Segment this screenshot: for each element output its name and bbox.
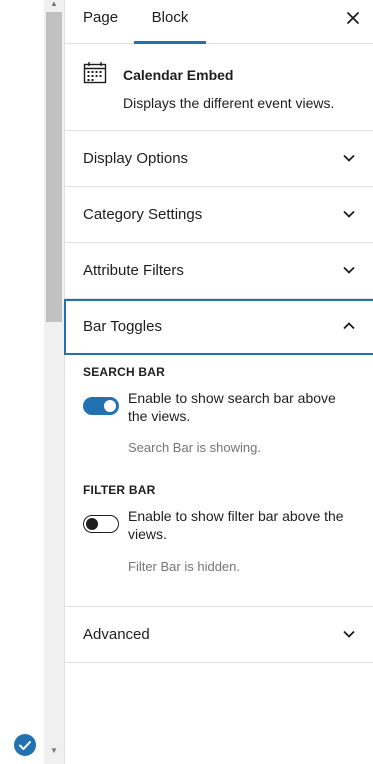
toggle-knob bbox=[86, 518, 98, 530]
search-bar-toggle-label: Enable to show search bar above the view… bbox=[128, 390, 336, 424]
close-icon[interactable] bbox=[345, 10, 361, 26]
tab-page[interactable]: Page bbox=[83, 0, 118, 44]
scroll-down-arrow-icon[interactable]: ▼ bbox=[48, 746, 60, 756]
settings-sidebar: Page Block Calendar Embed Displays the d… bbox=[64, 0, 373, 764]
chevron-up-icon bbox=[343, 322, 355, 330]
section-attribute-filters[interactable]: Attribute Filters bbox=[65, 243, 373, 299]
chevron-down-icon bbox=[343, 266, 355, 274]
section-title: Category Settings bbox=[83, 206, 203, 223]
block-card: Calendar Embed Displays the different ev… bbox=[65, 44, 373, 131]
section-bar-toggles[interactable]: Bar Toggles bbox=[64, 299, 373, 355]
section-title: Advanced bbox=[83, 626, 150, 643]
chevron-down-icon bbox=[343, 210, 355, 218]
filter-bar-help: Filter Bar is hidden. bbox=[128, 559, 240, 574]
block-title: Calendar Embed bbox=[123, 67, 234, 83]
block-description: Displays the different event views. bbox=[123, 95, 335, 111]
scrollbar[interactable]: ▲ ▼ bbox=[44, 0, 64, 764]
toggle-knob bbox=[104, 400, 116, 412]
bar-toggles-panel: SEARCH BAR Enable to show search bar abo… bbox=[65, 355, 373, 607]
search-bar-help: Search Bar is showing. bbox=[128, 440, 261, 455]
section-advanced[interactable]: Advanced bbox=[65, 607, 373, 663]
filter-bar-toggle-label: Enable to show filter bar above the view… bbox=[128, 508, 344, 542]
left-gutter bbox=[0, 0, 44, 764]
section-category-settings[interactable]: Category Settings bbox=[65, 187, 373, 243]
scroll-up-arrow-icon[interactable]: ▲ bbox=[48, 0, 60, 10]
section-title: Attribute Filters bbox=[83, 262, 184, 279]
calendar-icon bbox=[83, 61, 107, 90]
section-display-options[interactable]: Display Options bbox=[65, 131, 373, 187]
scrollbar-thumb[interactable] bbox=[46, 12, 62, 322]
chevron-down-icon bbox=[343, 154, 355, 162]
chevron-down-icon bbox=[343, 630, 355, 638]
section-title: Display Options bbox=[83, 150, 189, 167]
filter-bar-label: FILTER BAR bbox=[83, 483, 156, 497]
search-bar-toggle[interactable] bbox=[83, 397, 119, 415]
sidebar-tabs: Page Block bbox=[65, 0, 373, 44]
check-badge-icon bbox=[14, 734, 36, 756]
tab-block[interactable]: Block bbox=[134, 0, 206, 44]
filter-bar-toggle[interactable] bbox=[83, 515, 119, 533]
search-bar-label: SEARCH BAR bbox=[83, 365, 166, 379]
section-title: Bar Toggles bbox=[83, 318, 162, 335]
